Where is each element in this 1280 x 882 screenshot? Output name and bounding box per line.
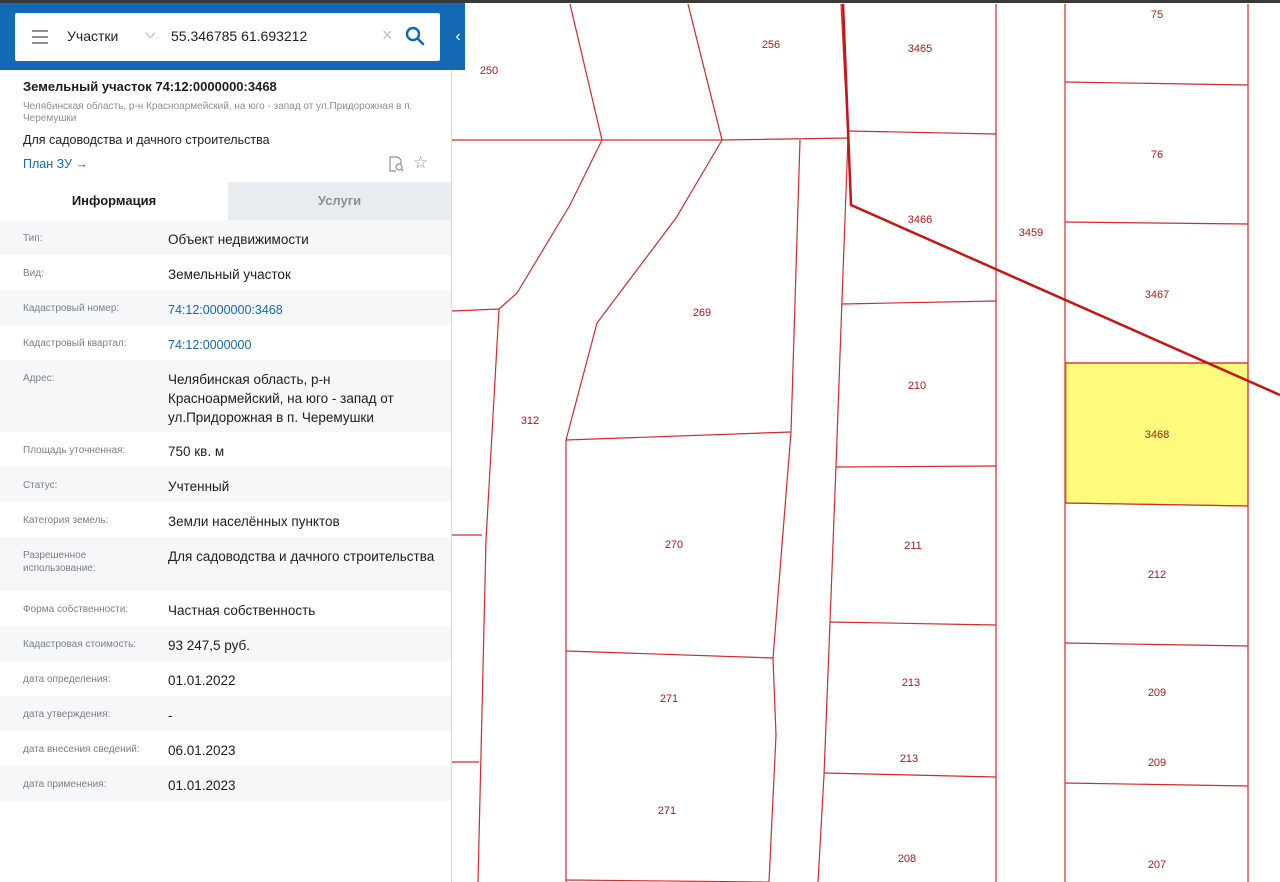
- row-value: Для садоводства и дачного строительства: [168, 549, 435, 564]
- row-value: 750 кв. м: [168, 444, 225, 459]
- plot-label-270[interactable]: 270: [665, 539, 683, 551]
- plot-label-3468[interactable]: 3468: [1145, 429, 1169, 441]
- plot-label-312[interactable]: 312: [521, 415, 539, 427]
- table-row: Форма собственности: Частная собственност…: [0, 591, 451, 626]
- row-label: Статус:: [23, 480, 58, 491]
- plot-label-271[interactable]: 271: [658, 805, 676, 817]
- menu-icon[interactable]: [32, 30, 48, 44]
- plot-title: Земельный участок 74:12:0000000:3468: [23, 79, 277, 94]
- tabs: Информация Услуги: [0, 182, 451, 220]
- row-value: 06.01.2023: [168, 743, 236, 758]
- table-row: Вид: Земельный участок: [0, 255, 451, 290]
- row-label: Разрешенное использование:: [23, 550, 96, 574]
- row-label: Кадастровая стоимость:: [23, 639, 137, 650]
- plot-label-3466[interactable]: 3466: [908, 214, 932, 226]
- row-label: дата определения:: [23, 674, 111, 685]
- table-row: Адрес: Челябинская область, р-н Красноарм…: [0, 360, 451, 432]
- table-row: Разрешенное использование: Для садоводств…: [0, 537, 451, 591]
- plot-label-210[interactable]: 210: [908, 380, 926, 392]
- tab-info[interactable]: Информация: [0, 182, 228, 220]
- row-value: Частная собственность: [168, 603, 316, 618]
- row-label: Кадастровый квартал:: [23, 338, 127, 349]
- plot-label-271[interactable]: 271: [660, 693, 678, 705]
- plot-label-250[interactable]: 250: [480, 65, 498, 77]
- table-row: дата определения: 01.01.2022: [0, 661, 451, 696]
- info-table: Тип: Объект недвижимости Вид: Земельный уч…: [0, 220, 451, 801]
- table-row: Кадастровый номер: 74:12:0000000:3468: [0, 290, 451, 325]
- row-label: Вид:: [23, 268, 44, 279]
- row-value: Учтенный: [168, 479, 230, 494]
- plot-label-211[interactable]: 211: [904, 540, 922, 552]
- cadastral-number-link[interactable]: 74:12:0000000:3468: [168, 301, 438, 320]
- chevron-down-icon[interactable]: ⌵: [145, 25, 156, 42]
- plot-label-3465[interactable]: 3465: [908, 43, 932, 55]
- row-value: 93 247,5 руб.: [168, 638, 251, 653]
- layer-select[interactable]: Участки: [67, 28, 118, 44]
- top-edge: [0, 0, 1280, 3]
- collapse-panel-icon[interactable]: ‹: [451, 18, 465, 56]
- plot-label-75[interactable]: 75: [1151, 9, 1163, 21]
- plan-link[interactable]: План ЗУ →: [23, 157, 88, 171]
- row-label: Форма собственности:: [23, 604, 129, 615]
- table-row: Кадастровая стоимость: 93 247,5 руб.: [0, 626, 451, 661]
- table-row: дата внесения сведений: 06.01.2023: [0, 731, 451, 766]
- row-value: Объект недвижимости: [168, 232, 309, 247]
- row-value: Челябинская область, р-н Красноармейский…: [168, 372, 394, 425]
- row-value: 01.01.2023: [168, 778, 236, 793]
- star-icon[interactable]: ☆: [413, 153, 428, 173]
- row-label: дата внесения сведений:: [23, 744, 140, 755]
- plot-purpose: Для садоводства и дачного строительства: [23, 133, 270, 147]
- row-label: Площадь уточненная:: [23, 445, 126, 456]
- plot-label-3467[interactable]: 3467: [1145, 289, 1169, 301]
- search-icon[interactable]: [405, 26, 425, 46]
- row-label: Тип:: [23, 233, 43, 244]
- row-label: Адрес:: [23, 373, 55, 384]
- table-row: Тип: Объект недвижимости: [0, 220, 451, 255]
- table-row: дата применения: 01.01.2023: [0, 766, 451, 801]
- row-label: дата применения:: [23, 779, 107, 790]
- document-search-icon[interactable]: [388, 156, 404, 172]
- tab-services[interactable]: Услуги: [228, 182, 451, 220]
- table-row: Статус: Учтенный: [0, 467, 451, 502]
- plot-label-212[interactable]: 212: [1148, 569, 1166, 581]
- plot-address-short: Челябинская область, р-н Красноармейский…: [23, 101, 413, 124]
- plot-label-207[interactable]: 207: [1148, 859, 1166, 871]
- plot-label-209[interactable]: 209: [1148, 687, 1166, 699]
- table-row: дата утверждения: -: [0, 696, 451, 731]
- row-value: -: [168, 708, 173, 723]
- row-value: Земли населённых пунктов: [168, 514, 340, 529]
- plot-label-213[interactable]: 213: [900, 753, 918, 765]
- table-row: Кадастровый квартал: 74:12:0000000: [0, 325, 451, 360]
- plot-label-269[interactable]: 269: [693, 307, 711, 319]
- info-panel: Участки ⌵ × ‹ Земельный участок 74:12:00…: [0, 0, 465, 882]
- plot-label-3459[interactable]: 3459: [1019, 227, 1043, 239]
- search-box: Участки ⌵ ×: [15, 13, 440, 61]
- plot-label-208[interactable]: 208: [898, 853, 916, 865]
- clear-icon[interactable]: ×: [382, 25, 393, 46]
- search-input[interactable]: [171, 28, 376, 44]
- row-value: Земельный участок: [168, 267, 291, 282]
- row-label: дата утверждения:: [23, 709, 111, 720]
- row-value: 01.01.2022: [168, 673, 236, 688]
- plot-label-76[interactable]: 76: [1151, 149, 1163, 161]
- search-bar: Участки ⌵ × ‹: [0, 0, 465, 70]
- row-label: Категория земель:: [23, 515, 109, 526]
- table-row: Категория земель: Земли населённых пункто…: [0, 502, 451, 537]
- row-label: Кадастровый номер:: [23, 303, 120, 314]
- table-row: Площадь уточненная: 750 кв. м: [0, 432, 451, 467]
- cadastral-quarter-link[interactable]: 74:12:0000000: [168, 336, 438, 355]
- plot-label-256[interactable]: 256: [762, 39, 780, 51]
- road-line: [841, 3, 1280, 397]
- plot-label-213[interactable]: 213: [902, 677, 920, 689]
- plot-label-209[interactable]: 209: [1148, 757, 1166, 769]
